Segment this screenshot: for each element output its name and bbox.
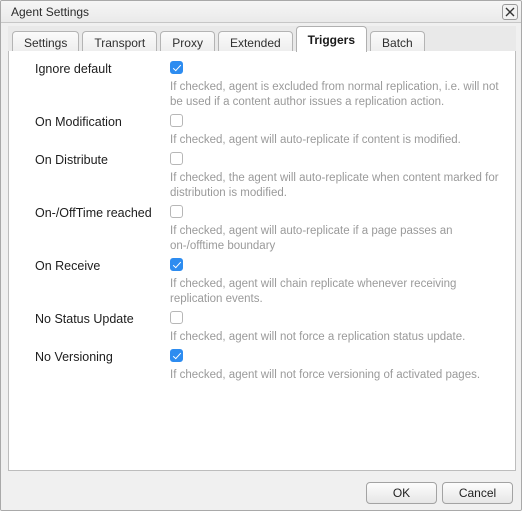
description-on-receive: If checked, agent will chain replicate w… xyxy=(170,278,457,305)
tab-list: Settings Transport Proxy Extended Triggers Ba… xyxy=(12,26,425,54)
control-on-offtime-reached: If checked, agent will auto-replicate if… xyxy=(170,205,503,254)
label-on-receive: On Receive xyxy=(35,259,101,273)
checkbox-on-receive[interactable] xyxy=(170,258,183,271)
cancel-button[interactable]: Cancel xyxy=(442,482,513,504)
dialog-footer: OK Cancel xyxy=(1,472,521,510)
description-no-versioning: If checked, agent will not force version… xyxy=(170,369,481,381)
form-row-no-versioning: No Versioning If checked, agent will not … xyxy=(21,349,503,383)
checkbox-no-versioning[interactable] xyxy=(170,349,183,362)
label-on-modification: On Modification xyxy=(35,115,122,129)
control-no-status-update: If checked, agent will not force a repli… xyxy=(170,311,503,345)
label-on-offtime-reached: On-/OffTime reached xyxy=(35,206,152,220)
description-on-offtime-reached: If checked, agent will auto-replicate if… xyxy=(170,225,453,252)
title-bar: Agent Settings xyxy=(1,1,521,23)
label-ignore-default: Ignore default xyxy=(35,62,112,76)
tab-triggers[interactable]: Triggers xyxy=(295,26,368,52)
checkbox-no-status-update[interactable] xyxy=(170,311,183,324)
control-on-modification: If checked, agent will auto-replicate if… xyxy=(170,114,503,148)
form-row-on-offtime-reached: On-/OffTime reached If checked, agent wil… xyxy=(21,205,503,254)
form-row-on-distribute: On Distribute If checked, the agent will … xyxy=(21,152,503,201)
description-ignore-default: If checked, agent is excluded from norma… xyxy=(170,81,499,108)
checkbox-ignore-default[interactable] xyxy=(170,61,183,74)
form-row-no-status-update: No Status Update If checked, agent will n… xyxy=(21,311,503,345)
form-row-ignore-default: Ignore default If checked, agent is exclu… xyxy=(21,61,503,110)
control-on-receive: If checked, agent will chain replicate w… xyxy=(170,258,503,307)
label-no-status-update: No Status Update xyxy=(35,312,134,326)
ok-button[interactable]: OK xyxy=(366,482,437,504)
tab-strip: Settings Transport Proxy Extended Triggers Ba… xyxy=(8,26,516,54)
control-ignore-default: If checked, agent is excluded from norma… xyxy=(170,61,503,110)
form-row-on-receive: On Receive If checked, agent will chain r… xyxy=(21,258,503,307)
checkbox-on-distribute[interactable] xyxy=(170,152,183,165)
triggers-panel: Ignore default If checked, agent is exclu… xyxy=(8,51,516,471)
checkbox-on-modification[interactable] xyxy=(170,114,183,127)
triggers-form: Ignore default If checked, agent is exclu… xyxy=(9,51,515,470)
dialog-title: Agent Settings xyxy=(11,5,90,19)
description-on-modification: If checked, agent will auto-replicate if… xyxy=(170,134,461,146)
label-on-distribute: On Distribute xyxy=(35,153,108,167)
description-no-status-update: If checked, agent will not force a repli… xyxy=(170,331,466,343)
close-x-icon[interactable] xyxy=(502,4,518,20)
control-no-versioning: If checked, agent will not force version… xyxy=(170,349,503,383)
label-no-versioning: No Versioning xyxy=(35,350,113,364)
agent-settings-dialog: Agent Settings Settings Transport Proxy Ext… xyxy=(0,0,522,511)
description-on-distribute: If checked, the agent will auto-replicat… xyxy=(170,172,499,199)
checkbox-on-offtime-reached[interactable] xyxy=(170,205,183,218)
form-row-on-modification: On Modification If checked, agent will au… xyxy=(21,114,503,148)
control-on-distribute: If checked, the agent will auto-replicat… xyxy=(170,152,503,201)
